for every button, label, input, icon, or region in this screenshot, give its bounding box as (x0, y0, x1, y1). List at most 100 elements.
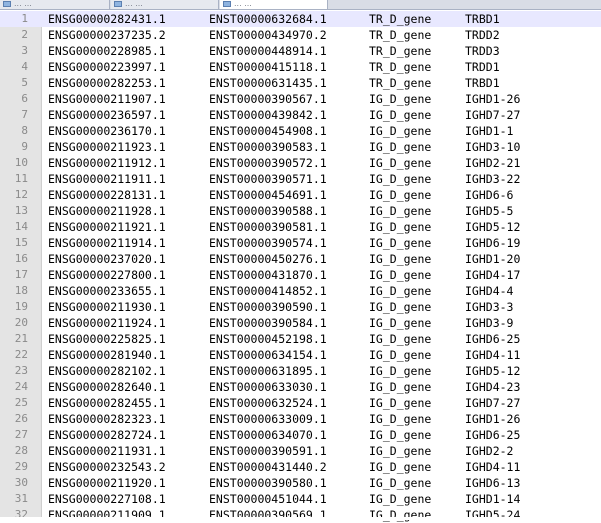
gene-name-cell: IGHD1-20 (465, 252, 521, 266)
line-number: 5 (21, 76, 28, 89)
transcript-id-cell: ENST00000390591.1 (209, 444, 327, 458)
gene-id-cell: ENSG00000211931.1 (48, 444, 166, 458)
gene-name-cell: TRBD1 (465, 76, 500, 90)
gene-id-cell: ENSG00000211914.1 (48, 236, 166, 250)
gene-name-cell: IGHD5-12 (465, 364, 521, 378)
gene-name-cell: IGHD5-5 (465, 204, 514, 218)
gene-id-cell: ENSG00000282253.1 (48, 76, 166, 90)
editor-line[interactable]: 5 ENSG00000282253.1 ENST00000631435.1 TR_D_… (0, 75, 601, 91)
editor-line[interactable]: 15 ENSG00000211914.1 ENST00000390574.1 IG_D… (0, 235, 601, 251)
line-number: 17 (14, 268, 28, 281)
editor-line[interactable]: 4 ENSG00000223997.1 ENST00000415118.1 TR_D_… (0, 59, 601, 75)
line-number: 19 (14, 300, 28, 313)
editor-line[interactable]: 17 ENSG00000227800.1 ENST00000431870.1 IG_D… (0, 267, 601, 283)
gene-type-cell: IG_D_gene (369, 124, 432, 138)
gene-id-cell: ENSG00000211924.1 (48, 316, 166, 330)
gene-type-cell: IG_D_gene (369, 508, 432, 522)
editor-line[interactable]: 9 ENSG00000211923.1 ENST00000390583.1 IG_D_… (0, 139, 601, 155)
line-number: 20 (14, 316, 28, 329)
tab-label: ... ... (125, 0, 143, 8)
file-icon (223, 1, 231, 7)
transcript-id-cell: ENST00000452198.1 (209, 332, 327, 346)
editor-line[interactable]: 29 ENSG00000232543.2 ENST00000431440.2 IG_D… (0, 459, 601, 475)
line-number: 25 (14, 396, 28, 409)
editor-line[interactable]: 24 ENSG00000282640.1 ENST00000633030.1 IG_D… (0, 379, 601, 395)
editor-line[interactable]: 20 ENSG00000211924.1 ENST00000390584.1 IG_D… (0, 315, 601, 331)
transcript-id-cell: ENST00000434970.2 (209, 28, 327, 42)
gene-id-cell: ENSG00000211921.1 (48, 220, 166, 234)
editor-line[interactable]: 28 ENSG00000211931.1 ENST00000390591.1 IG_D… (0, 443, 601, 459)
gene-name-cell: IGHD2-21 (465, 156, 521, 170)
gene-id-cell: ENSG00000211923.1 (48, 140, 166, 154)
tab-file-1[interactable]: ... ... (0, 0, 110, 9)
gene-type-cell: IG_D_gene (369, 460, 432, 474)
gene-id-cell: ENSG00000282640.1 (48, 380, 166, 394)
gene-id-cell: ENSG00000236170.1 (48, 124, 166, 138)
gene-id-cell: ENSG00000211909.1 (48, 508, 166, 522)
gene-type-cell: IG_D_gene (369, 172, 432, 186)
gene-id-cell: ENSG00000211911.1 (48, 172, 166, 186)
gene-type-cell: IG_D_gene (369, 444, 432, 458)
editor-line[interactable]: 2 ENSG00000237235.2 ENST00000434970.2 TR_D_… (0, 27, 601, 43)
gene-type-cell: IG_D_gene (369, 476, 432, 490)
line-number: 1 (21, 12, 28, 25)
gene-name-cell: IGHD3-10 (465, 140, 521, 154)
gene-name-cell: IGHD1-26 (465, 412, 521, 426)
gene-id-cell: ENSG00000282431.1 (48, 12, 166, 26)
gene-type-cell: IG_D_gene (369, 412, 432, 426)
editor-line[interactable]: 25 ENSG00000282455.1 ENST00000632524.1 IG_D… (0, 395, 601, 411)
gene-type-cell: IG_D_gene (369, 92, 432, 106)
transcript-id-cell: ENST00000633009.1 (209, 412, 327, 426)
editor-line[interactable]: 26 ENSG00000282323.1 ENST00000633009.1 IG_D… (0, 411, 601, 427)
gene-name-cell: IGHD3-22 (465, 172, 521, 186)
tab-file-2[interactable]: ... ... (111, 0, 219, 9)
gene-name-cell: IGHD4-11 (465, 348, 521, 362)
gene-id-cell: ENSG00000211907.1 (48, 92, 166, 106)
editor-line[interactable]: 27 ENSG00000282724.1 ENST00000634070.1 IG_D… (0, 427, 601, 443)
transcript-id-cell: ENST00000390572.1 (209, 156, 327, 170)
gene-type-cell: IG_D_gene (369, 348, 432, 362)
transcript-id-cell: ENST00000390571.1 (209, 172, 327, 186)
transcript-id-cell: ENST00000634070.1 (209, 428, 327, 442)
editor-line[interactable]: 30 ENSG00000211920.1 ENST00000390580.1 IG_D… (0, 475, 601, 491)
line-number: 28 (14, 444, 28, 457)
editor-line[interactable]: 18 ENSG00000233655.1 ENST00000414852.1 IG_D… (0, 283, 601, 299)
editor-line[interactable]: 10 ENSG00000211912.1 ENST00000390572.1 IG_D… (0, 155, 601, 171)
editor-line[interactable]: 6 ENSG00000211907.1 ENST00000390567.1 IG_D_… (0, 91, 601, 107)
tab-file-3[interactable]: ... ... (220, 0, 328, 9)
file-icon (114, 1, 122, 7)
gene-name-cell: IGHD6-25 (465, 332, 521, 346)
gene-name-cell: IGHD2-2 (465, 444, 514, 458)
editor-line[interactable]: 14 ENSG00000211921.1 ENST00000390581.1 IG_D… (0, 219, 601, 235)
gene-name-cell: TRBD1 (465, 12, 500, 26)
editor-line[interactable]: 22 ENSG00000281940.1 ENST00000634154.1 IG_D… (0, 347, 601, 363)
editor-line[interactable]: 8 ENSG00000236170.1 ENST00000454908.1 IG_D_… (0, 123, 601, 139)
gene-name-cell: IGHD1-1 (465, 124, 514, 138)
editor-line[interactable]: 23 ENSG00000282102.1 ENST00000631895.1 IG_D… (0, 363, 601, 379)
line-number: 30 (14, 476, 28, 489)
editor-line[interactable]: 32 ENSG00000211909.1 ENST00000390569.1 IG_D… (0, 507, 601, 523)
line-number: 22 (14, 348, 28, 361)
editor-line[interactable]: 12 ENSG00000228131.1 ENST00000454691.1 IG_D… (0, 187, 601, 203)
gene-id-cell: ENSG00000211912.1 (48, 156, 166, 170)
editor-line[interactable]: 21 ENSG00000225825.1 ENST00000452198.1 IG_D… (0, 331, 601, 347)
gene-name-cell: IGHD5-24 (465, 508, 521, 522)
editor-text-area[interactable]: 1 ENSG00000282431.1 ENST00000632684.1 TR_D_… (0, 11, 601, 523)
editor-line[interactable]: 19 ENSG00000211930.1 ENST00000390590.1 IG_D… (0, 299, 601, 315)
editor-line[interactable]: 13 ENSG00000211928.1 ENST00000390588.1 IG_D… (0, 203, 601, 219)
gene-id-cell: ENSG00000211928.1 (48, 204, 166, 218)
transcript-id-cell: ENST00000390569.1 (209, 508, 327, 522)
gene-id-cell: ENSG00000228985.1 (48, 44, 166, 58)
line-number: 18 (14, 284, 28, 297)
line-number: 21 (14, 332, 28, 345)
line-number: 10 (14, 156, 28, 169)
editor-line[interactable]: 31 ENSG00000227108.1 ENST00000451044.1 IG_D… (0, 491, 601, 507)
gene-type-cell: IG_D_gene (369, 332, 432, 346)
editor-line[interactable]: 11 ENSG00000211911.1 ENST00000390571.1 IG_D… (0, 171, 601, 187)
editor-line[interactable]: 3 ENSG00000228985.1 ENST00000448914.1 TR_D_… (0, 43, 601, 59)
editor-line[interactable]: 7 ENSG00000236597.1 ENST00000439842.1 IG_D_… (0, 107, 601, 123)
transcript-id-cell: ENST00000631895.1 (209, 364, 327, 378)
editor-line[interactable]: 16 ENSG00000237020.1 ENST00000450276.1 IG_D… (0, 251, 601, 267)
editor-line[interactable]: 1 ENSG00000282431.1 ENST00000632684.1 TR_D_… (0, 11, 601, 27)
gene-id-cell: ENSG00000223997.1 (48, 60, 166, 74)
